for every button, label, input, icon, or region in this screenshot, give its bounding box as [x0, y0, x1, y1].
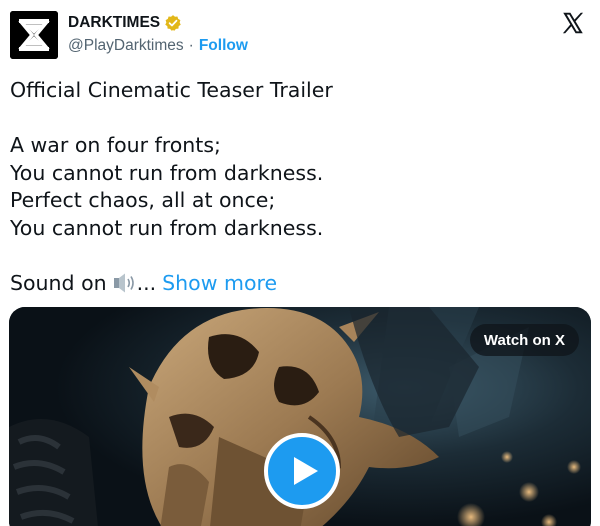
avatar[interactable]: [10, 11, 58, 59]
tweet-line: You cannot run from darkness.: [10, 160, 324, 185]
separator-dot: ·: [188, 37, 194, 54]
author-name-row: DARKTIMES: [68, 12, 182, 34]
tweet-line: Perfect chaos, all at once;: [10, 188, 276, 212]
tweet-header: DARKTIMES @PlayDarktimes · Follow: [0, 0, 600, 70]
speaker-icon: [113, 273, 134, 293]
tweet-title: Official Cinematic Teaser Trailer: [10, 78, 333, 102]
author-display-name[interactable]: DARKTIMES: [68, 14, 160, 32]
video-player[interactable]: Watch on X: [9, 307, 591, 526]
author-handle[interactable]: @PlayDarktimes: [68, 37, 184, 55]
play-icon[interactable]: [264, 433, 340, 509]
ellipsis: ...: [136, 270, 157, 295]
verified-badge-icon: [165, 15, 181, 31]
author-handle-row: @PlayDarktimes · Follow: [68, 37, 248, 55]
tweet-text: Official Cinematic Teaser Trailer A war …: [10, 77, 590, 297]
sound-on-text: Sound on: [10, 270, 107, 295]
hourglass-x-logo-icon: [10, 11, 58, 59]
x-logo-icon[interactable]: [560, 10, 586, 36]
follow-button[interactable]: Follow: [199, 37, 248, 55]
watch-on-x-button[interactable]: Watch on X: [469, 324, 579, 356]
tweet-line: A war on four fronts;: [10, 133, 221, 157]
sound-line: Sound on ... Show more: [10, 270, 590, 298]
show-more-link[interactable]: Show more: [162, 270, 277, 298]
tweet-line: You cannot run from darkness.: [10, 215, 324, 240]
